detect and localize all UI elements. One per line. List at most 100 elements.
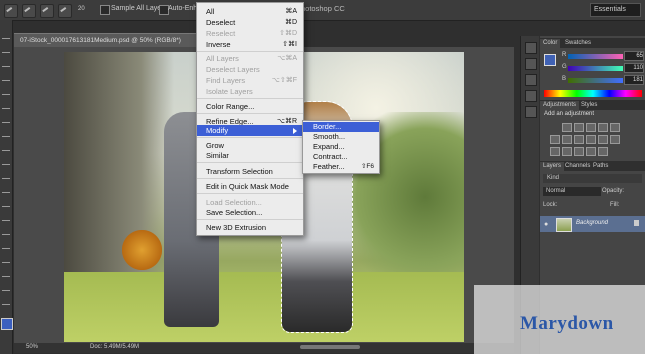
brush-tool-icon[interactable] <box>2 130 10 137</box>
eraser-tool-icon[interactable] <box>2 172 10 179</box>
tab-styles[interactable]: Styles <box>578 101 600 110</box>
menu-item-all[interactable]: All ⌘A <box>197 6 303 17</box>
brush-size[interactable]: 20 <box>78 6 85 12</box>
pen-tool-icon[interactable] <box>2 228 10 235</box>
layer-filter[interactable]: Kind <box>543 174 642 183</box>
add-to-selection-icon[interactable] <box>40 4 54 18</box>
submenu-arrow-icon <box>293 128 297 134</box>
tab-channels[interactable]: Channels <box>562 162 593 171</box>
b-slider[interactable] <box>568 78 623 83</box>
tab-color[interactable]: Color <box>540 39 561 48</box>
paragraph-icon[interactable] <box>525 106 537 118</box>
layer-row-background[interactable]: ● Background <box>540 216 645 232</box>
document-tab[interactable]: 07-iStock_000017613181Medium.psd @ 50% (… <box>14 33 198 47</box>
brush-presets-icon[interactable] <box>525 74 537 86</box>
eyedropper-tool-icon[interactable] <box>2 102 10 109</box>
menu-item-deselect-layers[interactable]: Deselect Layers <box>197 64 303 75</box>
properties-icon[interactable] <box>525 58 537 70</box>
tab-paths[interactable]: Paths <box>590 162 611 171</box>
color-lookup-icon[interactable] <box>610 135 620 144</box>
marquee-tool-icon[interactable] <box>2 46 10 53</box>
selective-color-icon[interactable] <box>586 147 596 156</box>
opacity-label[interactable]: Opacity: <box>602 188 624 194</box>
brush-tool-icon[interactable] <box>4 4 18 18</box>
blend-mode-select[interactable]: Normal <box>543 187 601 196</box>
black-white-icon[interactable] <box>574 135 584 144</box>
horizontal-scrollbar[interactable] <box>300 345 360 349</box>
move-tool-icon[interactable] <box>2 32 10 39</box>
posterize-icon[interactable] <box>562 147 572 156</box>
autumn-leaves <box>122 230 162 270</box>
type-tool-icon[interactable] <box>2 242 10 249</box>
menu-item-quick-mask[interactable]: Edit in Quick Mask Mode <box>197 181 303 192</box>
submenu-item-expand[interactable]: Expand... <box>303 142 379 152</box>
kind-label: Kind <box>547 175 560 181</box>
color-spectrum[interactable] <box>544 90 642 97</box>
menu-item-all-layers[interactable]: All Layers ⌥⌘A <box>197 53 303 64</box>
color-swatch[interactable] <box>544 54 556 66</box>
fill-label[interactable]: Fill: <box>610 202 619 208</box>
color-panel-tabs: Color Swatches <box>540 38 645 48</box>
menu-item-deselect[interactable]: Deselect ⌘D <box>197 17 303 28</box>
r-value[interactable]: 65 <box>624 51 644 61</box>
menu-item-save-selection[interactable]: Save Selection... <box>197 207 303 218</box>
zoom-tool-icon[interactable] <box>2 298 10 305</box>
menu-separator <box>197 113 303 114</box>
healing-tool-icon[interactable] <box>2 116 10 123</box>
tab-layers[interactable]: Layers <box>540 162 565 171</box>
color-balance-icon[interactable] <box>562 135 572 144</box>
path-select-icon[interactable] <box>2 256 10 263</box>
menu-item-similar[interactable]: Similar <box>197 150 303 161</box>
quick-selection-icon[interactable] <box>22 4 36 18</box>
hue-saturation-icon[interactable] <box>550 135 560 144</box>
submenu-item-border[interactable]: Border... <box>303 122 379 132</box>
menu-item-isolate-layers[interactable]: Isolate Layers <box>197 86 303 97</box>
foreground-color-swatch[interactable] <box>1 318 13 330</box>
curves-icon[interactable] <box>586 123 596 132</box>
r-slider[interactable] <box>568 54 623 59</box>
zoom-level[interactable]: 50% <box>26 344 38 350</box>
character-icon[interactable] <box>525 90 537 102</box>
invert-icon[interactable] <box>550 147 560 156</box>
menu-item-modify[interactable]: Modify <box>197 125 303 136</box>
menu-item-inverse[interactable]: Inverse ⇧⌘I <box>197 39 303 50</box>
subtract-selection-icon[interactable] <box>58 4 72 18</box>
b-value[interactable]: 181 <box>624 75 644 85</box>
levels-icon[interactable] <box>574 123 584 132</box>
quick-select-tool-icon[interactable] <box>2 74 10 81</box>
vibrance-icon[interactable] <box>610 123 620 132</box>
menu-item-find-layers[interactable]: Find Layers ⌥⇧⌘F <box>197 75 303 86</box>
menu-item-reselect[interactable]: Reselect ⇧⌘D <box>197 28 303 39</box>
photo-filter-icon[interactable] <box>586 135 596 144</box>
g-value[interactable]: 110 <box>624 63 644 73</box>
lasso-tool-icon[interactable] <box>2 60 10 67</box>
tab-swatches[interactable]: Swatches <box>562 39 594 48</box>
eye-icon[interactable]: ● <box>544 221 548 228</box>
history-icon[interactable] <box>525 42 537 54</box>
channel-mixer-icon[interactable] <box>598 135 608 144</box>
gradient-map-icon[interactable] <box>598 147 608 156</box>
hand-tool-icon[interactable] <box>2 284 10 291</box>
menu-item-color-range[interactable]: Color Range... <box>197 101 303 112</box>
crop-tool-icon[interactable] <box>2 88 10 95</box>
submenu-item-smooth[interactable]: Smooth... <box>303 132 379 142</box>
brightness-icon[interactable] <box>562 123 572 132</box>
menu-item-transform-selection[interactable]: Transform Selection <box>197 166 303 177</box>
submenu-item-contract[interactable]: Contract... <box>303 152 379 162</box>
sample-all-layers-checkbox[interactable] <box>100 5 110 15</box>
g-slider[interactable] <box>568 66 623 71</box>
exposure-icon[interactable] <box>598 123 608 132</box>
submenu-item-feather[interactable]: Feather... ⇧F6 <box>303 162 379 172</box>
tab-adjustments[interactable]: Adjustments <box>540 101 580 110</box>
gradient-tool-icon[interactable] <box>2 186 10 193</box>
threshold-icon[interactable] <box>574 147 584 156</box>
history-brush-icon[interactable] <box>2 158 10 165</box>
blur-tool-icon[interactable] <box>2 200 10 207</box>
lock-icon <box>634 220 639 226</box>
workspace-switcher[interactable]: Essentials <box>590 3 641 17</box>
clone-stamp-icon[interactable] <box>2 144 10 151</box>
shape-tool-icon[interactable] <box>2 270 10 277</box>
menu-item-new-3d-extrusion[interactable]: New 3D Extrusion <box>197 222 303 233</box>
dodge-tool-icon[interactable] <box>2 214 10 221</box>
doc-size: Doc: 5.49M/5.49M <box>90 344 140 350</box>
